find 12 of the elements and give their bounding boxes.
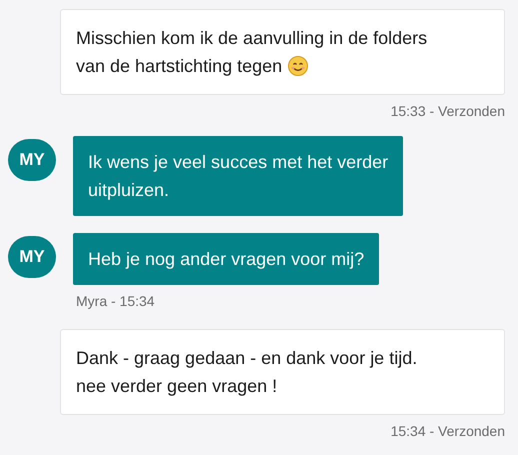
message-text-line: nee verder geen vragen ! [76, 375, 278, 398]
message-text-line: Ik wens je veel succes met het verder [88, 152, 388, 172]
message-status: 15:33 - Verzonden [390, 102, 505, 121]
avatar: MY [8, 139, 56, 181]
message-text-line: uitpluizen. [88, 180, 170, 200]
message-text-line: Dank - graag gedaan - en dank voor je tijd. [76, 347, 418, 370]
avatar: MY [8, 236, 56, 278]
message-status: 15:34 - Verzonden [390, 422, 505, 441]
message-text-line: van de hartstichting tegen [76, 55, 282, 78]
message-sender-time: Myra - 15:34 [76, 292, 156, 311]
message-text-line: Heb je nog ander vragen voor mij? [88, 249, 364, 269]
message-text-line: Misschien kom ik de aanvulling in de folders [76, 27, 428, 50]
